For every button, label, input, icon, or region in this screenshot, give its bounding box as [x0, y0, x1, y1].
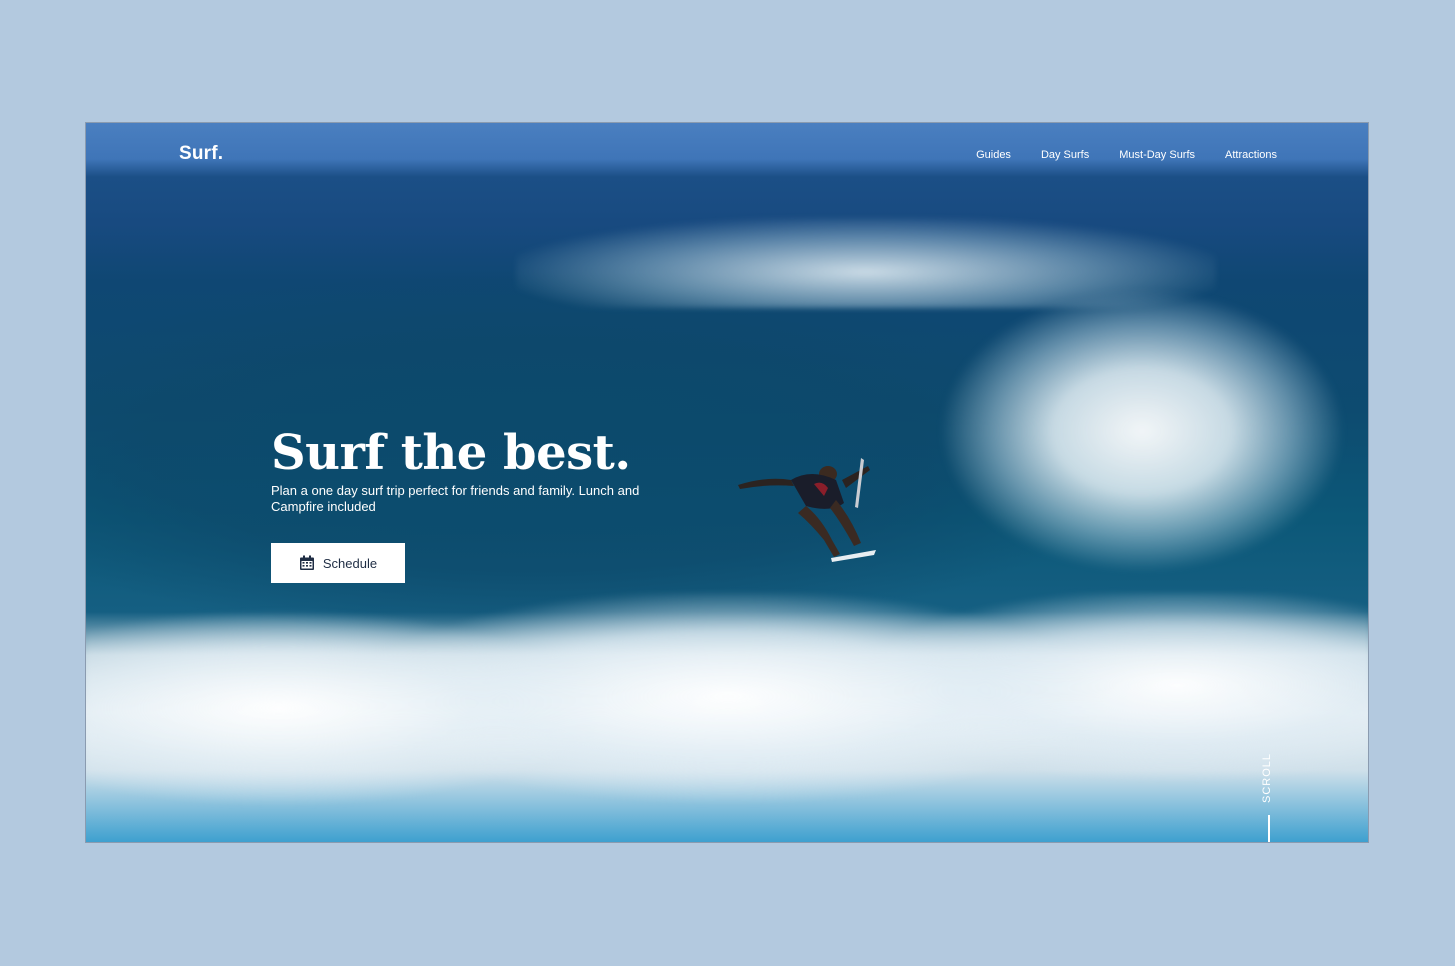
calendar-icon	[299, 555, 314, 570]
nav-link-attractions[interactable]: Attractions	[1225, 149, 1277, 161]
hero-title: Surf the best.	[271, 425, 631, 481]
scroll-line	[1268, 815, 1270, 842]
main-nav: Guides Day Surfs Must-Day Surfs Attracti…	[976, 149, 1277, 161]
nav-link-day-surfs[interactable]: Day Surfs	[1041, 149, 1089, 161]
top-navigation-bar: Surf. Guides Day Surfs Must-Day Surfs At…	[86, 123, 1368, 177]
brand-logo[interactable]: Surf.	[179, 143, 223, 165]
hero-text-block: Surf the best. Plan a one day surf trip …	[271, 425, 691, 515]
landing-page-frame: Surf. Guides Day Surfs Must-Day Surfs At…	[85, 122, 1369, 843]
whitewater	[86, 593, 1368, 823]
nav-link-guides[interactable]: Guides	[976, 149, 1011, 161]
hero-subtitle: Plan a one day surf trip perfect for fri…	[271, 483, 640, 514]
schedule-button-label: Schedule	[322, 555, 378, 571]
surfer-figure	[738, 458, 876, 562]
schedule-button[interactable]: Schedule	[271, 543, 405, 583]
scroll-label: SCROLL	[1261, 752, 1273, 803]
scroll-indicator[interactable]: SCROLL	[1258, 752, 1282, 842]
nav-link-must-day-surfs[interactable]: Must-Day Surfs	[1119, 149, 1195, 161]
